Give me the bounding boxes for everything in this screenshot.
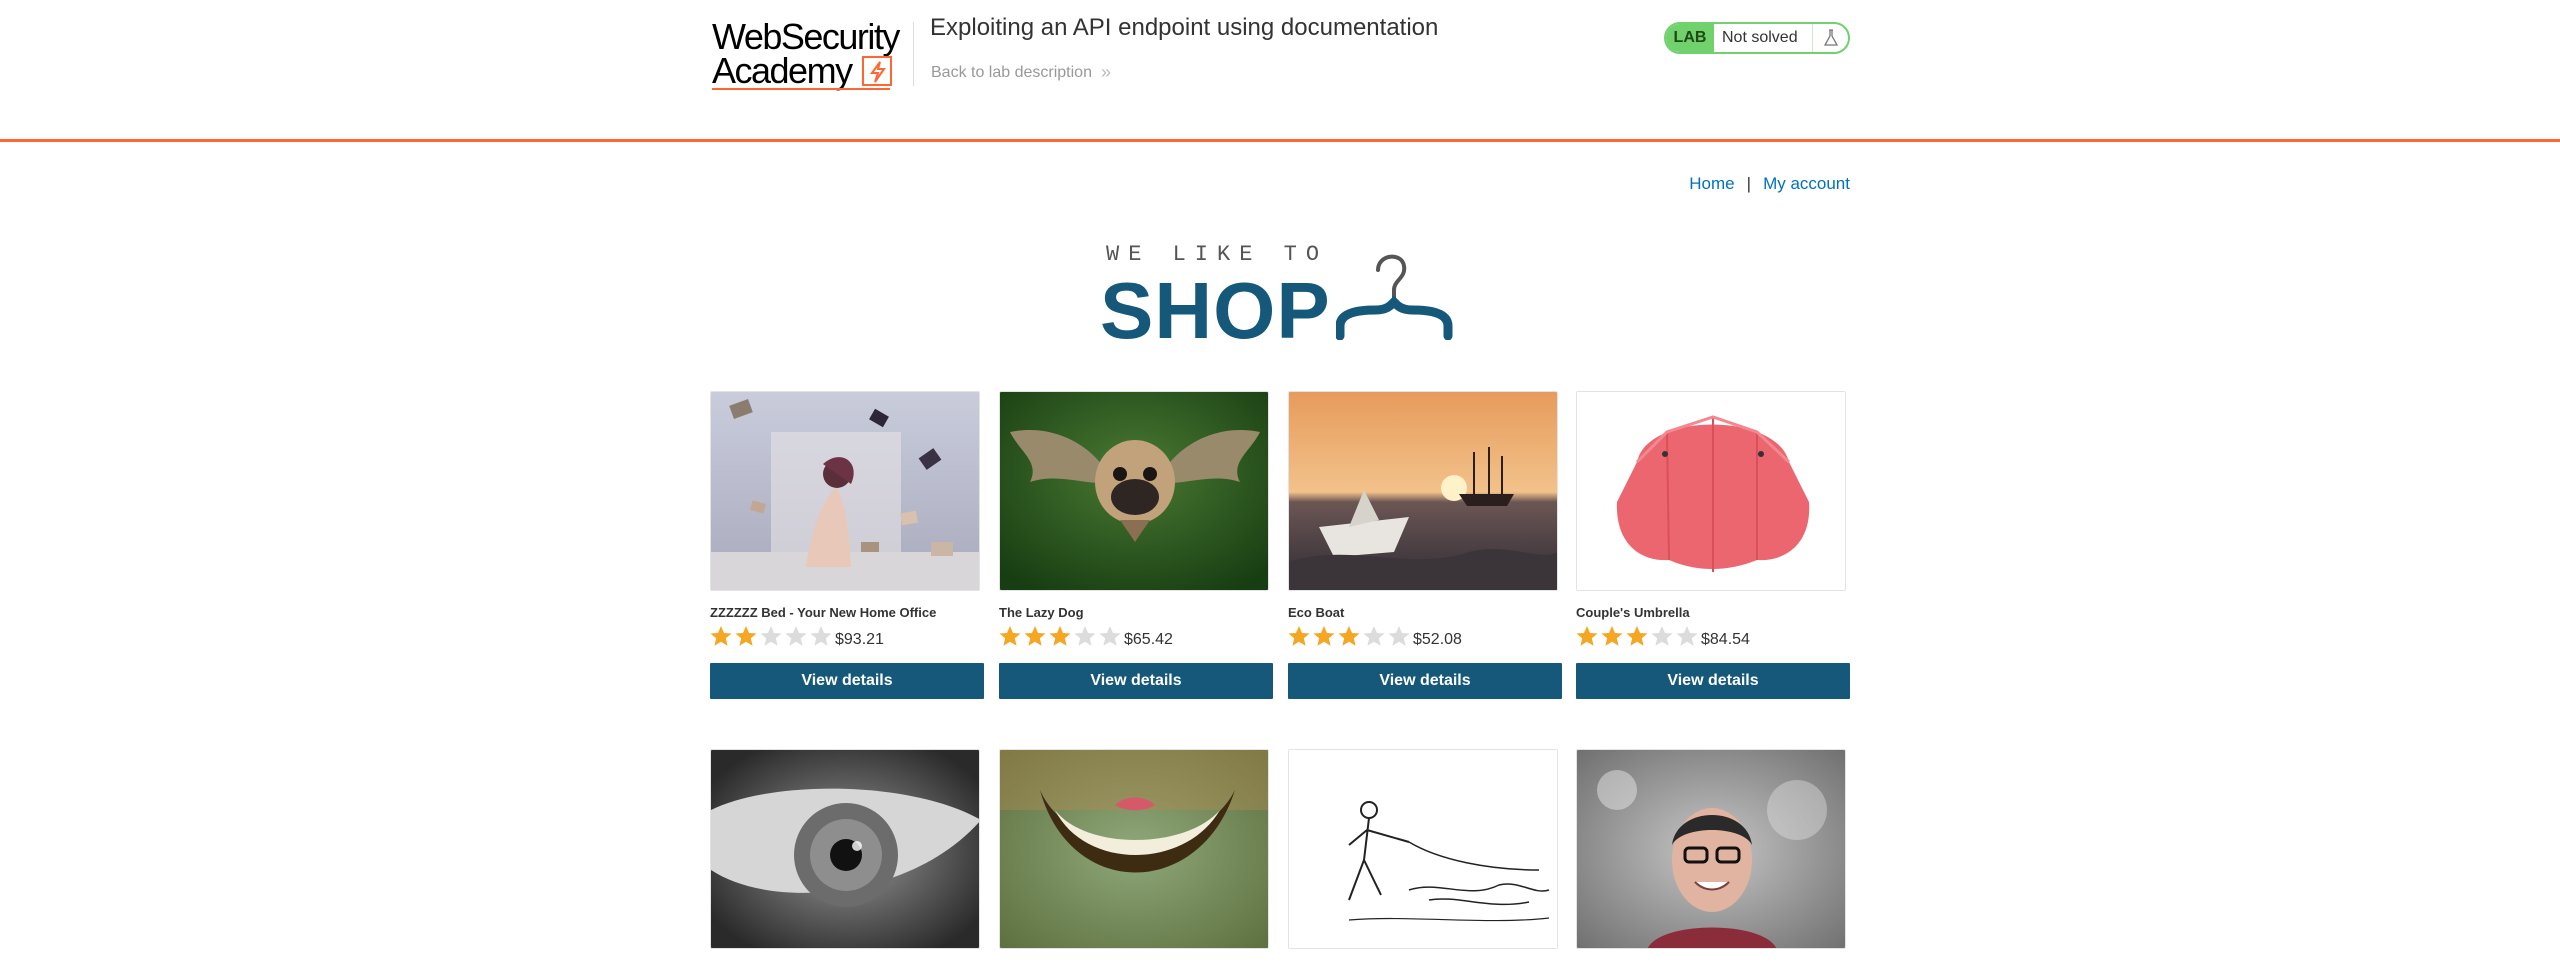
back-to-lab-description-link[interactable]: Back to lab description: [931, 64, 1092, 82]
banner-tagline: WE LIKE TO: [1106, 242, 1329, 267]
star-filled-icon: [710, 626, 732, 646]
star-filled-icon: [1601, 626, 1623, 646]
star-filled-icon: [1024, 626, 1046, 646]
logo-underline: [712, 88, 890, 90]
view-details-button[interactable]: View details: [999, 663, 1273, 699]
product-name: ZZZZZZ Bed - Your New Home Office: [710, 605, 937, 620]
flask-icon: [1812, 24, 1848, 52]
star-filled-icon: [1576, 626, 1598, 646]
product-name: The Lazy Dog: [999, 605, 1084, 620]
product-image[interactable]: [1288, 749, 1558, 949]
academy-header: WebSecurity Academy Exploiting an API en…: [0, 0, 2560, 142]
logo-line1: WebSecurity: [712, 16, 900, 57]
star-filled-icon: [1338, 626, 1360, 646]
star-empty-icon: [810, 626, 832, 646]
star-empty-icon: [1676, 626, 1698, 646]
top-nav: Home | My account: [1689, 174, 1850, 194]
nav-my-account-link[interactable]: My account: [1763, 174, 1850, 193]
view-details-button[interactable]: View details: [1288, 663, 1562, 699]
banner-title: SHOP: [1100, 266, 1331, 355]
star-filled-icon: [1288, 626, 1310, 646]
product-rating: [1288, 625, 1410, 649]
product-image[interactable]: [1576, 749, 1846, 949]
product-name: Couple's Umbrella: [1576, 605, 1690, 620]
product-rating: [1576, 625, 1698, 649]
product-price: $84.54: [1701, 631, 1750, 648]
star-filled-icon: [999, 626, 1021, 646]
star-filled-icon: [1313, 626, 1335, 646]
nav-separator: |: [1746, 174, 1752, 193]
product-image[interactable]: [710, 749, 980, 949]
star-empty-icon: [1363, 626, 1385, 646]
product-rating: [999, 625, 1121, 649]
star-empty-icon: [1651, 626, 1673, 646]
hanger-icon: [1336, 254, 1453, 340]
lab-badge: LAB: [1666, 24, 1714, 52]
lab-status-widget: LAB Not solved: [1664, 22, 1850, 54]
product-image[interactable]: [999, 749, 1269, 949]
star-empty-icon: [760, 626, 782, 646]
product-image[interactable]: [1576, 391, 1846, 591]
product-image[interactable]: [999, 391, 1269, 591]
star-empty-icon: [1074, 626, 1096, 646]
nav-home-link[interactable]: Home: [1689, 174, 1734, 193]
shop-banner: WE LIKE TO SHOP: [1100, 240, 1460, 355]
product-image[interactable]: [710, 391, 980, 591]
product-rating: [710, 625, 832, 649]
product-image[interactable]: [1288, 391, 1558, 591]
star-filled-icon: [735, 626, 757, 646]
web-security-academy-logo[interactable]: WebSecurity Academy: [712, 16, 912, 92]
star-empty-icon: [785, 626, 807, 646]
lightning-icon: [862, 56, 892, 86]
star-empty-icon: [1388, 626, 1410, 646]
product-price: $52.08: [1413, 631, 1462, 648]
lab-status-text: Not solved: [1722, 29, 1798, 46]
star-filled-icon: [1049, 626, 1071, 646]
product-price: $65.42: [1124, 631, 1173, 648]
star-empty-icon: [1099, 626, 1121, 646]
product-price: $93.21: [835, 631, 884, 648]
product-name: Eco Boat: [1288, 605, 1345, 620]
double-chevron-right-icon[interactable]: »: [1101, 62, 1111, 83]
view-details-button[interactable]: View details: [1576, 663, 1850, 699]
header-divider: [913, 22, 914, 86]
view-details-button[interactable]: View details: [710, 663, 984, 699]
star-filled-icon: [1626, 626, 1648, 646]
lab-title: Exploiting an API endpoint using documen…: [930, 14, 1439, 41]
